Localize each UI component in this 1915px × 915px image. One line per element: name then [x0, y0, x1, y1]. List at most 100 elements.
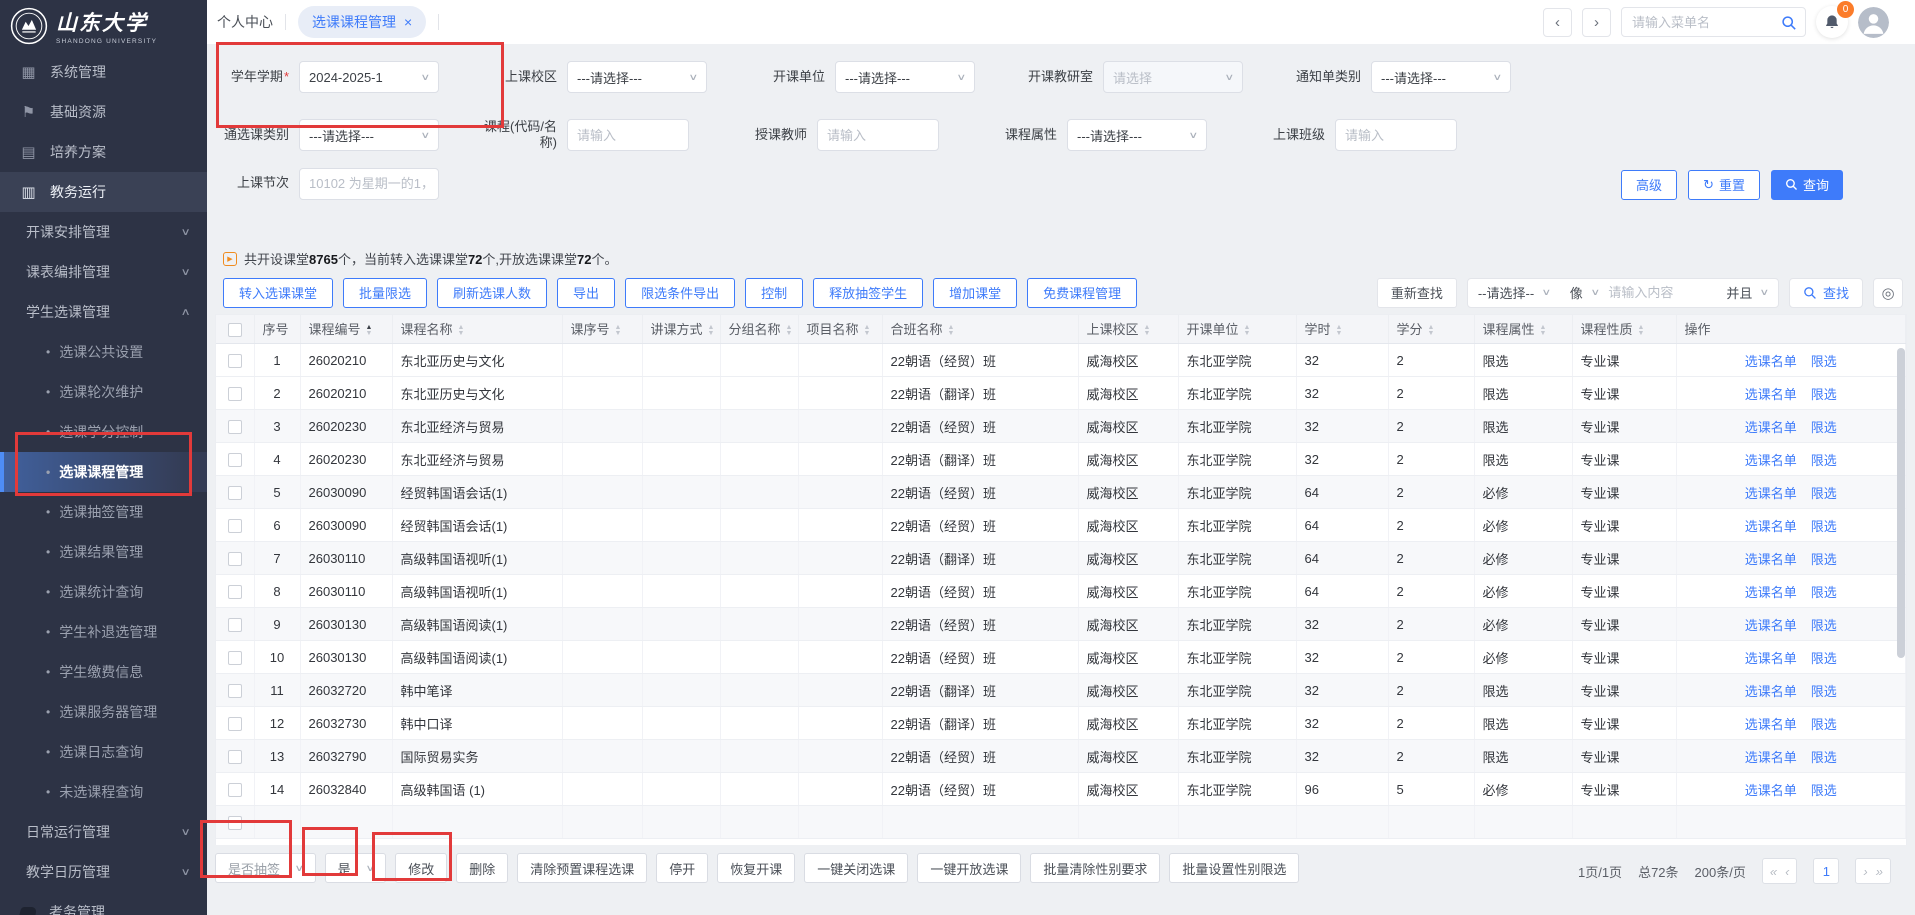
course-roster-link[interactable]: 选课名单 — [1745, 453, 1797, 468]
sort-icon[interactable]: ▲▼ — [864, 325, 871, 337]
restrict-link[interactable]: 限选 — [1811, 651, 1837, 666]
toolbar-button[interactable]: 免费课程管理 — [1027, 278, 1137, 308]
sidebar-group-item[interactable]: ▦ 系统管理 — [0, 52, 207, 92]
restrict-link[interactable]: 限选 — [1811, 684, 1837, 699]
course-roster-link[interactable]: 选课名单 — [1745, 651, 1797, 666]
sort-icon[interactable]: ▲▼ — [708, 325, 715, 337]
find-operator-select[interactable]: 像 ∨ — [1560, 283, 1609, 302]
footer-control[interactable]: 修改 ∨ — [395, 853, 447, 883]
row-checkbox[interactable] — [228, 519, 242, 533]
course-roster-link[interactable]: 选课名单 — [1745, 618, 1797, 633]
semester-select[interactable]: 2024-2025-1 ∨ — [299, 61, 439, 93]
sidebar-menu-item[interactable]: 教学日历管理 ∨ — [0, 852, 207, 892]
notice-type-select[interactable]: ---请选择--- ∨ — [1371, 61, 1511, 93]
sidebar-item-exam-mgmt[interactable]: 考务管理 — [0, 892, 207, 915]
row-checkbox[interactable] — [228, 651, 242, 665]
find-button[interactable]: 查找 — [1789, 278, 1863, 308]
column-header[interactable]: 操作▲▼ — [1676, 315, 1906, 344]
footer-control[interactable]: 一键开放选课 ∨ — [917, 853, 1021, 883]
pagination-first-prev[interactable]: «‹ — [1762, 858, 1798, 884]
unit-select[interactable]: ---请选择--- ∨ — [835, 61, 975, 93]
toolbar-button[interactable]: 刷新选课人数 — [437, 278, 547, 308]
reset-button[interactable]: ↻ 重置 — [1688, 170, 1760, 200]
course-roster-link[interactable]: 选课名单 — [1745, 354, 1797, 369]
footer-control[interactable]: 批量设置性别限选 ∨ — [1169, 853, 1299, 883]
restrict-link[interactable]: 限选 — [1811, 618, 1837, 633]
column-header[interactable]: 项目名称▲▼ — [798, 315, 882, 344]
footer-control[interactable]: 停开 ∨ — [656, 853, 708, 883]
sort-icon[interactable]: ▲▼ — [458, 325, 465, 337]
sidebar-menu-student-course-selection[interactable]: 学生选课管理 ∧ — [0, 292, 207, 332]
course-input[interactable] — [567, 119, 689, 151]
sidebar-menu-item[interactable]: 课表编排管理 ∨ — [0, 252, 207, 292]
page-size[interactable]: 200条/页 — [1695, 862, 1746, 881]
sidebar-subitem[interactable]: • 选课服务器管理 — [0, 692, 207, 732]
advanced-button[interactable]: 高级 — [1621, 170, 1677, 200]
select-all-checkbox[interactable] — [228, 323, 242, 337]
pagination-next-last[interactable]: ›» — [1855, 858, 1891, 884]
toolbar-button[interactable]: 批量限选 — [343, 278, 427, 308]
nav-forward-button[interactable]: › — [1582, 8, 1611, 37]
sidebar-menu-item[interactable]: 日常运行管理 ∨ — [0, 812, 207, 852]
restrict-link[interactable]: 限选 — [1811, 453, 1837, 468]
campus-select[interactable]: ---请选择--- ∨ — [567, 61, 707, 93]
class-input[interactable] — [1335, 119, 1457, 151]
row-checkbox[interactable] — [228, 453, 242, 467]
restrict-link[interactable]: 限选 — [1811, 420, 1837, 435]
toolbar-button[interactable]: 限选条件导出 — [625, 278, 735, 308]
course-roster-link[interactable]: 选课名单 — [1745, 552, 1797, 567]
restrict-link[interactable]: 限选 — [1811, 354, 1837, 369]
restrict-link[interactable]: 限选 — [1811, 519, 1837, 534]
footer-control[interactable]: 删除 ∨ — [456, 853, 508, 883]
sidebar-subitem[interactable]: • 选课抽签管理 — [0, 492, 207, 532]
footer-control[interactable]: 批量清除性别要求 ∨ — [1030, 853, 1160, 883]
column-header[interactable]: 课程属性▲▼ — [1474, 315, 1572, 344]
sidebar-group-item[interactable]: ▤ 培养方案 — [0, 132, 207, 172]
course-roster-link[interactable]: 选课名单 — [1745, 420, 1797, 435]
restrict-link[interactable]: 限选 — [1811, 750, 1837, 765]
close-icon[interactable]: × — [404, 14, 412, 30]
column-header[interactable]: 学分▲▼ — [1388, 315, 1474, 344]
research-button[interactable]: 重新查找 — [1377, 278, 1457, 308]
row-checkbox[interactable] — [228, 717, 242, 731]
column-header[interactable]: 课序号▲▼ — [562, 315, 642, 344]
period-input[interactable] — [299, 168, 439, 200]
row-checkbox[interactable] — [228, 783, 242, 797]
row-checkbox[interactable] — [228, 387, 242, 401]
restrict-link[interactable]: 限选 — [1811, 387, 1837, 402]
row-checkbox[interactable] — [228, 618, 242, 632]
sort-icon[interactable]: ▲▼ — [1336, 325, 1343, 337]
sort-icon[interactable]: ▲▼ — [948, 325, 955, 337]
column-header[interactable]: 讲课方式▲▼ — [642, 315, 720, 344]
sidebar-subitem[interactable]: • 选课课程管理 — [0, 452, 207, 492]
sidebar-subitem[interactable]: • 选课结果管理 — [0, 532, 207, 572]
sort-icon[interactable]: ▲▼ — [1638, 325, 1645, 337]
row-checkbox[interactable] — [228, 684, 242, 698]
column-header[interactable]: 序号▲▼ — [254, 315, 300, 344]
column-header[interactable]: 上课校区▲▼ — [1078, 315, 1178, 344]
sidebar-subitem[interactable]: • 选课公共设置 — [0, 332, 207, 372]
restrict-link[interactable]: 限选 — [1811, 552, 1837, 567]
course-attr-select[interactable]: ---请选择--- ∨ — [1067, 119, 1207, 151]
sort-icon[interactable]: ▲▼ — [1244, 325, 1251, 337]
toolbar-button[interactable]: 释放抽签学生 — [813, 278, 923, 308]
row-checkbox[interactable] — [228, 585, 242, 599]
column-header[interactable]: 开课单位▲▼ — [1178, 315, 1296, 344]
staffroom-select[interactable]: 请选择 ∨ — [1103, 61, 1243, 93]
sort-icon[interactable]: ▲▼ — [1540, 325, 1547, 337]
sidebar-menu-item[interactable]: 开课安排管理 ∨ — [0, 212, 207, 252]
footer-control[interactable]: 清除预置课程选课 ∨ — [517, 853, 647, 883]
sidebar-subitem[interactable]: • 选课日志查询 — [0, 732, 207, 772]
sidebar-subitem[interactable]: • 学生补退选管理 — [0, 612, 207, 652]
column-header[interactable]: 课程编号▲▼ — [300, 315, 392, 344]
sidebar-subitem[interactable]: • 选课轮次维护 — [0, 372, 207, 412]
footer-control[interactable]: 一键关闭选课 ∨ — [804, 853, 908, 883]
avatar[interactable] — [1858, 7, 1889, 38]
sort-icon[interactable]: ▲▼ — [1144, 325, 1151, 337]
column-header[interactable]: 合班名称▲▼ — [882, 315, 1078, 344]
row-checkbox[interactable] — [228, 816, 242, 830]
find-field-select[interactable]: --请选择-- ∨ — [1468, 283, 1560, 302]
find-value-input[interactable] — [1608, 285, 1716, 300]
sidebar-group-item[interactable]: ▥ 教务运行 — [0, 172, 207, 212]
footer-control[interactable]: 是 ∨ — [325, 853, 387, 883]
